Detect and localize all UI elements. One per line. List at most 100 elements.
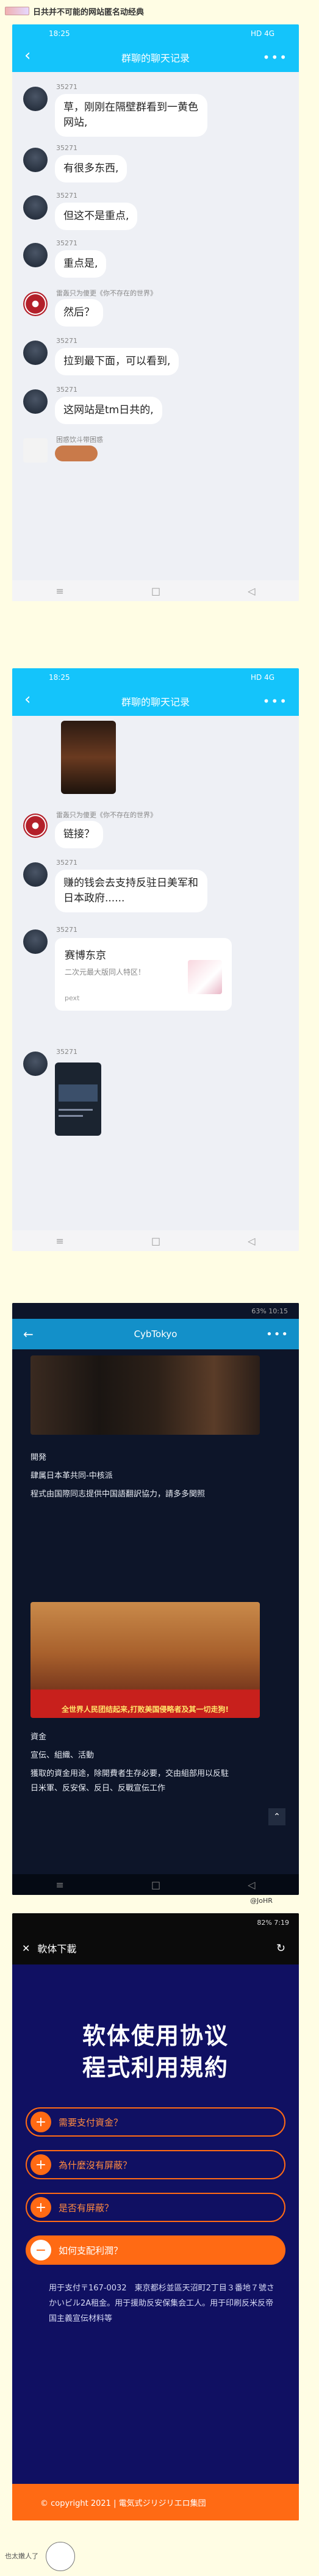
video-thumbnail bbox=[59, 1084, 98, 1102]
avatar[interactable] bbox=[23, 814, 48, 838]
back-icon[interactable]: ◁ bbox=[248, 1879, 255, 1891]
post-title: 日共并不可能的网站匿名动经典 bbox=[33, 7, 145, 17]
avatar[interactable] bbox=[23, 389, 48, 414]
message-bubble[interactable]: 然后？ bbox=[55, 299, 103, 327]
terms-heading-jp: 程式利用規約 bbox=[82, 2054, 229, 2081]
status-icons: HD 4G bbox=[250, 673, 274, 682]
video-message[interactable] bbox=[55, 1063, 101, 1136]
avatar[interactable] bbox=[23, 929, 48, 954]
sender-name: 雷轰只为傻更《你不存在的世界》 bbox=[56, 811, 157, 819]
menu-icon[interactable]: ≡ bbox=[56, 1879, 64, 1891]
message-bubble[interactable]: 草，刚刚在隔壁群看到一黄色网站, bbox=[55, 94, 207, 137]
faq-item[interactable]: + 需要支付資金？ bbox=[26, 2107, 285, 2137]
more-icon[interactable]: ••• bbox=[266, 1328, 289, 1341]
status-icons: HD 4G bbox=[250, 29, 274, 38]
app-header: ← CybTokyo ••• bbox=[12, 1319, 299, 1349]
avatar[interactable] bbox=[23, 292, 48, 316]
sender-name: 雷轰只为傻更《你不存在的世界》 bbox=[56, 289, 157, 297]
message-bubble[interactable]: 链接？ bbox=[55, 821, 103, 848]
video-caption-line bbox=[59, 1115, 83, 1117]
image-message[interactable] bbox=[61, 721, 116, 794]
bottom-caption: 也太嫩人了 bbox=[5, 2542, 75, 2571]
faq-label: 需要支付資金？ bbox=[59, 2116, 123, 2128]
back-arrow-icon[interactable]: ‹ bbox=[24, 46, 30, 65]
message-bubble[interactable]: 这网站是tm日共的, bbox=[55, 397, 162, 424]
avatar[interactable] bbox=[23, 341, 48, 365]
message-bubble[interactable]: 但这不是重点, bbox=[55, 203, 138, 230]
sender-name: 困惑饮斗带困惑 bbox=[56, 436, 103, 444]
status-bar: 82% 7:19 bbox=[12, 1913, 299, 1932]
propaganda-poster: 全世界人民团结起来,打败美国侵略者及其一切走狗! bbox=[30, 1602, 260, 1718]
status-bar: 18:25 HD 4G bbox=[12, 668, 299, 687]
sender-name: 35271 bbox=[56, 859, 77, 867]
android-nav-bar: ≡ □ ◁ bbox=[12, 1874, 299, 1895]
section-line: 肆属日本革共同-中核派 bbox=[30, 1471, 113, 1481]
section-line: 宣伝、組織、活動 bbox=[30, 1751, 95, 1760]
sender-name: 35271 bbox=[56, 337, 77, 345]
faq-label: 為什麼沒有屏蔽？ bbox=[59, 2159, 132, 2171]
avatar[interactable] bbox=[23, 243, 48, 267]
post-header: 日共并不可能的网站匿名动经典 bbox=[0, 0, 319, 22]
sender-name: 35271 bbox=[56, 926, 77, 934]
caption-text: 也太嫩人了 bbox=[5, 2552, 38, 2560]
qq-chat-screen-2: 18:25 HD 4G ‹ 群聊的聊天记录 ••• 雷轰只为傻更《你不存在的世界… bbox=[12, 668, 299, 1251]
doodle-image bbox=[45, 2542, 75, 2571]
terms-heading-cn: 软体使用协议 bbox=[82, 2022, 229, 2049]
sender-name: 35271 bbox=[56, 192, 77, 200]
status-bar: 18:25 HD 4G bbox=[12, 24, 299, 43]
reload-icon[interactable]: ↻ bbox=[276, 1942, 285, 1955]
avatar[interactable] bbox=[23, 195, 48, 220]
terms-screen: 82% 7:19 ✕ 軟体下載 ↻ 软体使用协议 程式利用規約 + 需要支付資金… bbox=[12, 1913, 299, 2520]
faq-answer: 用于支付〒167-0032 東京都杉並區天沼町2丁目３番地７號さかいビル2A租金… bbox=[49, 2284, 274, 2323]
menu-icon[interactable]: ≡ bbox=[56, 585, 64, 597]
home-icon[interactable]: □ bbox=[151, 1879, 160, 1891]
faq-item[interactable]: + 是否有屏蔽？ bbox=[26, 2193, 285, 2222]
scroll-up-button[interactable]: ⌃ bbox=[268, 1808, 285, 1825]
menu-icon[interactable]: ≡ bbox=[56, 1235, 64, 1247]
faq-label: 是否有屏蔽？ bbox=[59, 2202, 114, 2213]
home-icon[interactable]: □ bbox=[151, 1235, 160, 1247]
avatar[interactable] bbox=[23, 148, 48, 172]
message-bubble[interactable]: 拉到最下面，可以看到, bbox=[55, 348, 179, 375]
plus-icon: + bbox=[30, 2112, 51, 2132]
avatar[interactable] bbox=[23, 87, 48, 111]
faq-item[interactable]: + 為什麼沒有屏蔽？ bbox=[26, 2150, 285, 2179]
browser-title: 軟体下載 bbox=[37, 1943, 77, 1955]
message-bubble[interactable]: 重点是, bbox=[55, 250, 107, 278]
post-avatar bbox=[5, 7, 29, 15]
section-heading: 資金 bbox=[30, 1733, 47, 1742]
section-body: 程式由国際同志提供中国語翻訳協力，請多多関照 bbox=[30, 1490, 206, 1499]
message-bubble[interactable]: 有很多东西, bbox=[55, 155, 127, 182]
browser-bar: ✕ 軟体下載 ↻ bbox=[12, 1932, 299, 1964]
close-icon[interactable]: ✕ bbox=[22, 1943, 30, 1954]
back-icon[interactable]: ◁ bbox=[248, 585, 255, 597]
avatar[interactable] bbox=[23, 1052, 48, 1076]
avatar[interactable] bbox=[23, 862, 48, 887]
status-time: 18:25 bbox=[49, 29, 70, 38]
watermark: @JoHR bbox=[250, 1897, 273, 1905]
message-bubble[interactable]: 赚的钱会去支持反驻日美军和日本政府...... bbox=[55, 870, 207, 912]
more-icon[interactable]: ••• bbox=[263, 50, 288, 65]
android-nav-bar: ≡ □ ◁ bbox=[12, 580, 299, 601]
sender-name: 35271 bbox=[56, 83, 77, 91]
back-arrow-icon[interactable]: ← bbox=[23, 1327, 34, 1341]
group-photo bbox=[30, 1355, 260, 1435]
back-icon[interactable]: ◁ bbox=[248, 1235, 255, 1247]
faq-item-expanded[interactable]: − 如何支配利潤？ bbox=[26, 2235, 285, 2265]
sender-name: 35271 bbox=[56, 1048, 77, 1056]
link-card-source: pext bbox=[65, 994, 80, 1002]
more-icon[interactable]: ••• bbox=[263, 694, 288, 709]
chat-title: 群聊的聊天记录 bbox=[121, 52, 190, 64]
link-card[interactable]: 赛博东京 二次元最大版同人特区！ pext bbox=[55, 938, 232, 1011]
back-arrow-icon[interactable]: ‹ bbox=[24, 690, 30, 709]
chat-title: 群聊的聊天记录 bbox=[121, 696, 190, 708]
chat-header: ‹ 群聊的聊天记录 ••• bbox=[12, 687, 299, 716]
cybtokyo-screen: 63% 10:15 ← CybTokyo ••• 開発 肆属日本革共同-中核派 … bbox=[12, 1303, 299, 1895]
home-icon[interactable]: □ bbox=[151, 585, 160, 597]
avatar[interactable] bbox=[23, 438, 48, 463]
section-heading: 開発 bbox=[30, 1453, 47, 1462]
message-bubble[interactable] bbox=[55, 446, 98, 461]
sender-name: 35271 bbox=[56, 144, 77, 152]
faq-label: 如何支配利潤？ bbox=[59, 2245, 123, 2256]
plus-icon: + bbox=[30, 2154, 51, 2175]
